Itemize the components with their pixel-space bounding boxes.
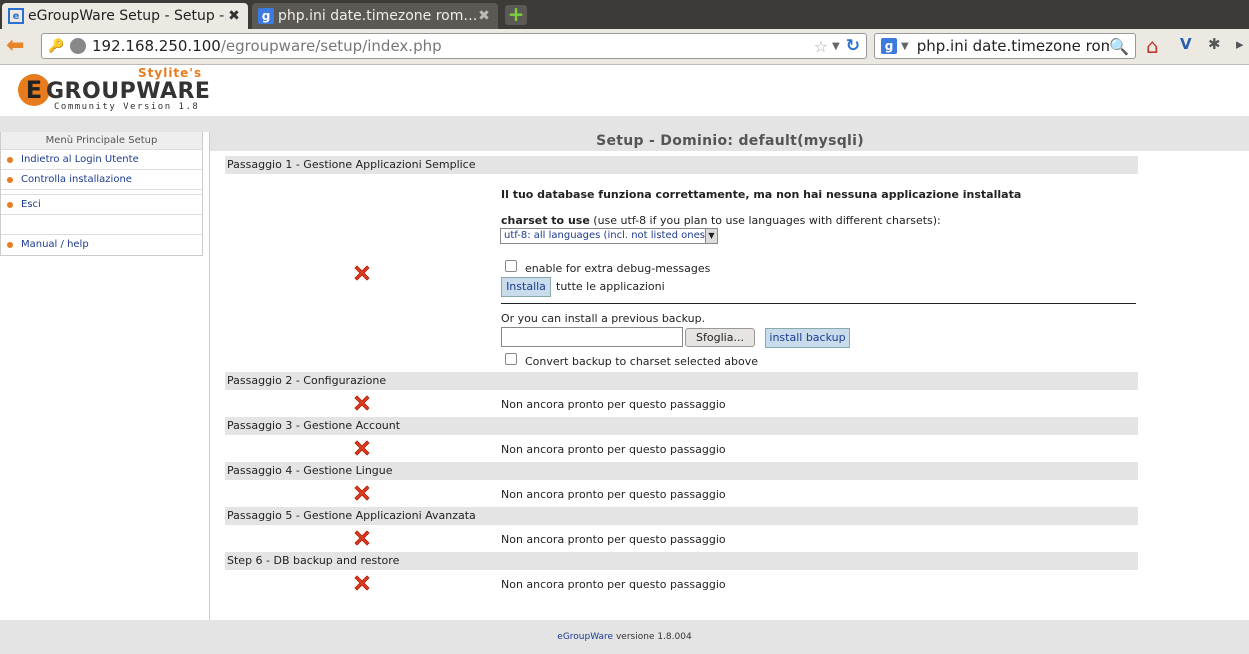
logo-word: GROUPWARE [46, 79, 211, 104]
error-x-icon [351, 437, 373, 459]
bookmark-star-icon[interactable]: ☆ [814, 37, 828, 56]
page-title: Setup - Dominio: default(mysqli) [210, 132, 1249, 151]
browser-nav-bar: ⬅ 🔑 192.168.250.100 /egroupware/setup/in… [0, 29, 1249, 65]
address-bar[interactable]: 🔑 192.168.250.100 /egroupware/setup/inde… [41, 33, 867, 59]
tab-google-search[interactable]: g php.ini date.timezone rom… ✖ [252, 3, 498, 29]
sidebar-item-check-install[interactable]: Controlla installazione [1, 169, 202, 189]
dropdown-arrow-icon[interactable]: ▼ [705, 229, 717, 243]
charset-hint: (use utf-8 if you plan to use languages … [593, 214, 941, 227]
convert-checkbox-label: Convert backup to charset selected above [525, 355, 759, 368]
egroupware-logo[interactable]: Stylite's E GROUPWARE Community Version … [16, 66, 210, 114]
reload-icon[interactable]: ↻ [846, 36, 860, 56]
tab-egroupware-setup[interactable]: e eGroupWare Setup - Setup -… ✖ [2, 3, 248, 29]
google-favicon-icon: g [258, 8, 274, 24]
globe-icon [70, 38, 86, 54]
app-header: Stylite's E GROUPWARE Community Version … [0, 65, 1249, 116]
page-footer: eGroupWare versione 1.8.004 [0, 620, 1249, 654]
site-identity-icon[interactable]: 🔑 [48, 39, 70, 54]
sidebar-item-label: Manual / help [21, 239, 89, 250]
charset-select[interactable]: utf-8: all languages (incl. not listed o… [500, 228, 718, 244]
debug-checkbox-label: enable for extra debug-messages [525, 262, 711, 275]
install-button[interactable]: Installa [501, 277, 551, 297]
charset-label: charset to use (use utf-8 if you plan to… [501, 214, 941, 227]
backup-file-input[interactable] [501, 327, 683, 347]
charset-label-bold: charset to use [501, 214, 590, 227]
convert-checkbox[interactable] [505, 353, 517, 365]
addon-v-icon[interactable]: V [1180, 35, 1200, 57]
error-x-icon [351, 392, 373, 414]
egroupware-favicon-icon: e [8, 8, 24, 24]
step-3-status: Non ancora pronto per questo passaggio [501, 443, 726, 456]
browse-button[interactable]: Sfoglia... [685, 328, 755, 347]
close-tab-icon[interactable]: ✖ [476, 8, 492, 24]
bullet-icon [7, 241, 13, 248]
sidebar-item-label: Controlla installazione [21, 174, 132, 185]
tab-title: php.ini date.timezone rom… [278, 8, 476, 24]
tab-title: eGroupWare Setup - Setup -… [28, 8, 226, 24]
step-4-heading: Passaggio 4 - Gestione Lingue [225, 462, 1138, 480]
bullet-icon [7, 176, 13, 183]
database-status-message: Il tuo database funziona correttamente, … [501, 188, 1022, 201]
close-tab-icon[interactable]: ✖ [226, 8, 242, 24]
new-tab-button[interactable]: + [505, 4, 527, 25]
install-backup-button[interactable]: install backup [765, 328, 850, 348]
step-6-heading: Step 6 - DB backup and restore [225, 552, 1138, 570]
error-x-icon [351, 572, 373, 594]
step-5-status: Non ancora pronto per questo passaggio [501, 533, 726, 546]
search-bar[interactable]: g ▼ php.ini date.timezone rome 🔍 [874, 33, 1136, 59]
charset-selected-value: utf-8: all languages (incl. not listed o… [504, 230, 705, 241]
step-2-status: Non ancora pronto per questo passaggio [501, 398, 726, 411]
bullet-icon [7, 201, 13, 208]
error-x-icon [351, 482, 373, 504]
search-icon[interactable]: 🔍 [1109, 37, 1129, 56]
error-x-icon [351, 527, 373, 549]
engine-dropdown-icon[interactable]: ▼ [901, 41, 909, 52]
footer-version: versione 1.8.004 [615, 632, 692, 642]
egroupware-link[interactable]: eGroupWare [557, 632, 613, 642]
url-host: 192.168.250.100 [92, 37, 221, 55]
sidebar-heading: Menù Principale Setup [1, 132, 202, 149]
addon-bug-icon[interactable]: ✱ [1208, 35, 1228, 57]
backup-hint: Or you can install a previous backup. [501, 312, 706, 325]
sidebar-item-label: Esci [21, 199, 41, 210]
google-search-engine-icon[interactable]: g [881, 38, 897, 54]
sidebar-item-manual[interactable]: Manual / help [1, 234, 202, 254]
setup-sidebar: Menù Principale Setup Indietro al Login … [0, 132, 203, 256]
sidebar-item-label: Indietro al Login Utente [21, 154, 139, 165]
menu-overflow-icon[interactable]: ▸ [1236, 35, 1248, 57]
back-arrow-icon[interactable]: ⬅ [6, 35, 32, 59]
sidebar-item-back-to-login[interactable]: Indietro al Login Utente [1, 149, 202, 169]
home-icon[interactable]: ⌂ [1146, 34, 1170, 58]
url-path: /egroupware/setup/index.php [220, 37, 442, 55]
step-4-status: Non ancora pronto per questo passaggio [501, 488, 726, 501]
browser-tab-bar: e eGroupWare Setup - Setup -… ✖ g php.in… [0, 0, 1249, 29]
logo-stylite: Stylite's [138, 66, 203, 80]
error-x-icon [351, 262, 373, 284]
setup-main: Setup - Dominio: default(mysqli) Passagg… [209, 132, 1249, 620]
install-suffix: tutte le applicazioni [556, 280, 665, 293]
bullet-icon [7, 156, 13, 163]
sidebar-spacer [1, 214, 202, 234]
step-1-heading: Passaggio 1 - Gestione Applicazioni Semp… [225, 156, 1138, 174]
step-5-heading: Passaggio 5 - Gestione Applicazioni Avan… [225, 507, 1138, 525]
step-6-status: Non ancora pronto per questo passaggio [501, 578, 726, 591]
debug-checkbox[interactable] [505, 260, 517, 272]
step-3-heading: Passaggio 3 - Gestione Account [225, 417, 1138, 435]
section-divider [501, 303, 1136, 304]
history-dropdown-icon[interactable]: ▼ [832, 41, 840, 52]
search-input[interactable]: php.ini date.timezone rome [917, 37, 1109, 55]
header-divider [0, 116, 1249, 132]
step-2-heading: Passaggio 2 - Configurazione [225, 372, 1138, 390]
sidebar-item-logout[interactable]: Esci [1, 194, 202, 214]
logo-version: Community Version 1.8 [54, 102, 200, 112]
